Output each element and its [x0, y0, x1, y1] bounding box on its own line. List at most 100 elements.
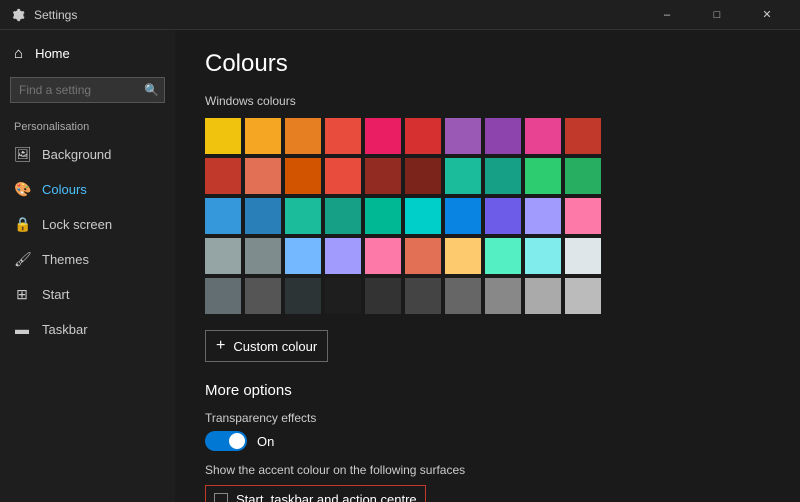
color-swatch[interactable]: [565, 118, 601, 154]
start-icon: ⊞: [14, 286, 30, 303]
sidebar-item-colours[interactable]: 🎨 Colours: [0, 172, 175, 207]
color-swatch[interactable]: [525, 278, 561, 314]
color-swatch[interactable]: [485, 238, 521, 274]
color-swatch[interactable]: [205, 158, 241, 194]
color-swatch[interactable]: [365, 118, 401, 154]
color-swatch[interactable]: [365, 198, 401, 234]
settings-icon: [10, 7, 26, 23]
color-swatch[interactable]: [245, 278, 281, 314]
section-label: Personalisation: [0, 113, 175, 137]
color-swatch[interactable]: [445, 278, 481, 314]
main-layout: ⌂ Home 🔍 Personalisation 🖼 Background 🎨 …: [0, 30, 800, 502]
checkbox-start-taskbar-box[interactable]: [214, 493, 228, 502]
color-swatch[interactable]: [445, 198, 481, 234]
color-swatch[interactable]: [525, 198, 561, 234]
search-input[interactable]: [10, 77, 165, 103]
color-swatch[interactable]: [445, 238, 481, 274]
sidebar-item-themes[interactable]: 🖌 Themes: [0, 242, 175, 277]
checkbox-start-taskbar-label: Start, taskbar and action centre: [236, 492, 417, 502]
color-grid: [205, 118, 770, 314]
sidebar-item-start-label: Start: [42, 287, 69, 302]
sidebar-item-start[interactable]: ⊞ Start: [0, 277, 175, 312]
color-swatch[interactable]: [325, 238, 361, 274]
sidebar-item-background-label: Background: [42, 147, 111, 162]
checkbox-start-taskbar[interactable]: Start, taskbar and action centre: [214, 492, 417, 502]
color-swatch[interactable]: [405, 118, 441, 154]
title-bar-controls: – □ ✕: [644, 0, 790, 30]
color-swatch[interactable]: [285, 118, 321, 154]
color-swatch[interactable]: [325, 278, 361, 314]
color-swatch[interactable]: [365, 158, 401, 194]
color-swatch[interactable]: [525, 238, 561, 274]
color-swatch[interactable]: [325, 158, 361, 194]
color-swatch[interactable]: [565, 158, 601, 194]
more-options-title: More options: [205, 382, 770, 399]
title-bar-title: Settings: [34, 8, 77, 22]
sidebar-item-lock-label: Lock screen: [42, 217, 112, 232]
color-swatch[interactable]: [405, 278, 441, 314]
custom-colour-label: Custom colour: [233, 339, 317, 354]
color-swatch[interactable]: [205, 278, 241, 314]
page-title: Colours: [205, 50, 770, 78]
color-swatch[interactable]: [245, 158, 281, 194]
close-button[interactable]: ✕: [744, 0, 790, 30]
transparency-value: On: [257, 434, 274, 449]
sidebar-item-taskbar-label: Taskbar: [42, 322, 88, 337]
lock-icon: 🔒: [14, 216, 30, 233]
search-icon: 🔍: [144, 83, 159, 97]
color-swatch[interactable]: [445, 118, 481, 154]
color-swatch[interactable]: [565, 198, 601, 234]
color-swatch[interactable]: [405, 238, 441, 274]
color-swatch[interactable]: [405, 198, 441, 234]
transparency-label: Transparency effects: [205, 411, 770, 425]
color-swatch[interactable]: [325, 198, 361, 234]
sidebar-item-home[interactable]: ⌂ Home: [0, 35, 175, 72]
themes-icon: 🖌: [14, 251, 30, 268]
color-swatch[interactable]: [485, 118, 521, 154]
color-swatch[interactable]: [485, 278, 521, 314]
sidebar-item-background[interactable]: 🖼 Background: [0, 137, 175, 172]
maximize-button[interactable]: □: [694, 0, 740, 30]
taskbar-icon: ▬: [14, 321, 30, 337]
color-swatch[interactable]: [245, 198, 281, 234]
sidebar-search: 🔍: [10, 77, 165, 103]
windows-colours-label: Windows colours: [205, 94, 770, 108]
sidebar-item-lock-screen[interactable]: 🔒 Lock screen: [0, 207, 175, 242]
color-swatch[interactable]: [245, 118, 281, 154]
content-area: Colours Windows colours + Custom colour …: [175, 30, 800, 502]
color-swatch[interactable]: [405, 158, 441, 194]
color-swatch[interactable]: [285, 158, 321, 194]
color-swatch[interactable]: [365, 238, 401, 274]
home-label: Home: [35, 46, 70, 61]
color-swatch[interactable]: [485, 198, 521, 234]
home-icon: ⌂: [14, 45, 23, 62]
color-swatch[interactable]: [565, 238, 601, 274]
color-swatch[interactable]: [285, 238, 321, 274]
color-swatch[interactable]: [205, 198, 241, 234]
plus-icon: +: [216, 337, 225, 355]
custom-colour-button[interactable]: + Custom colour: [205, 330, 328, 362]
color-swatch[interactable]: [285, 198, 321, 234]
sidebar-item-colours-label: Colours: [42, 182, 87, 197]
surfaces-box: Start, taskbar and action centre Title b…: [205, 485, 426, 502]
sidebar-item-taskbar[interactable]: ▬ Taskbar: [0, 312, 175, 346]
color-swatch[interactable]: [325, 118, 361, 154]
color-swatch[interactable]: [565, 278, 601, 314]
color-swatch[interactable]: [525, 118, 561, 154]
color-swatch[interactable]: [485, 158, 521, 194]
color-swatch[interactable]: [205, 118, 241, 154]
surfaces-label: Show the accent colour on the following …: [205, 463, 770, 477]
color-swatch[interactable]: [245, 238, 281, 274]
transparency-toggle-row: On: [205, 431, 770, 451]
color-swatch[interactable]: [365, 278, 401, 314]
color-swatch[interactable]: [445, 158, 481, 194]
color-swatch[interactable]: [525, 158, 561, 194]
minimize-button[interactable]: –: [644, 0, 690, 30]
color-swatch[interactable]: [285, 278, 321, 314]
sidebar-item-themes-label: Themes: [42, 252, 89, 267]
color-swatch[interactable]: [205, 238, 241, 274]
transparency-toggle[interactable]: [205, 431, 247, 451]
toggle-knob: [229, 433, 245, 449]
background-icon: 🖼: [14, 146, 30, 163]
colours-icon: 🎨: [14, 181, 30, 198]
